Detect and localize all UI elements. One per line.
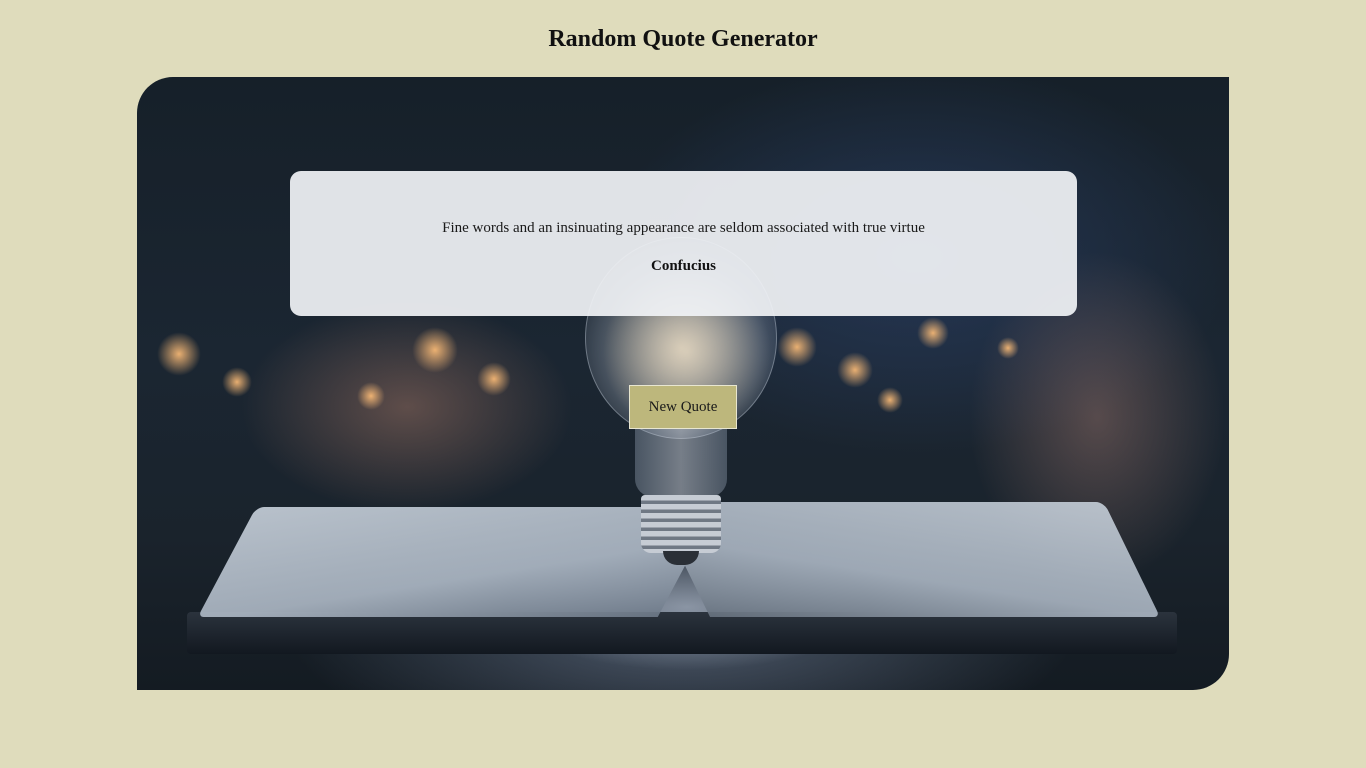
- bokeh-light: [837, 352, 873, 388]
- lightbulb-neck: [635, 417, 727, 497]
- page-title: Random Quote Generator: [548, 26, 818, 52]
- bokeh-light: [477, 362, 511, 396]
- bokeh-light: [877, 387, 903, 413]
- bokeh-light: [997, 337, 1019, 359]
- bokeh-light: [222, 367, 252, 397]
- new-quote-button[interactable]: New Quote: [629, 385, 737, 429]
- book-left-page: [197, 507, 717, 617]
- lightbulb-base: [641, 495, 721, 553]
- bokeh-light: [412, 327, 458, 373]
- book-base: [187, 612, 1177, 654]
- bokeh-light: [917, 317, 949, 349]
- book-right-page: [653, 502, 1161, 617]
- bokeh-light: [157, 332, 201, 376]
- hero-background-image: [137, 77, 1229, 690]
- quote-text: Fine words and an insinuating appearance…: [442, 220, 925, 236]
- quote-card: Fine words and an insinuating appearance…: [290, 171, 1077, 316]
- bokeh-light: [777, 327, 817, 367]
- quote-author: Confucius: [650, 258, 717, 274]
- bokeh-light: [357, 382, 385, 410]
